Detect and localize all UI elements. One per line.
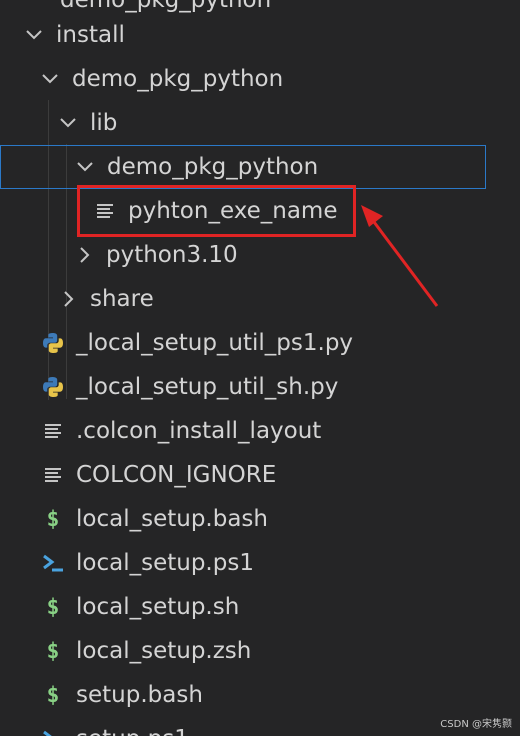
folder-label: demo_pkg_python	[72, 66, 284, 92]
lines-icon	[40, 462, 66, 488]
lines-icon	[92, 198, 118, 224]
file-label: local_setup.ps1	[76, 550, 254, 576]
folder-lib-demo-pkg-python[interactable]: demo_pkg_python	[0, 145, 486, 189]
file-pyhton-exe-name[interactable]: pyhton_exe_name	[0, 189, 520, 233]
file-label: setup.bash	[76, 682, 203, 708]
folder-label: share	[90, 286, 154, 312]
file-local-setup-sh[interactable]: $ local_setup.sh	[0, 585, 520, 629]
folder-demo-pkg-python[interactable]: demo_pkg_python	[0, 57, 520, 101]
file-label: local_setup.sh	[76, 594, 240, 620]
folder-install[interactable]: install	[0, 13, 520, 57]
chevron-right-icon[interactable]	[58, 289, 78, 309]
file-local-setup-zsh[interactable]: $ local_setup.zsh	[0, 629, 520, 673]
file-local-setup-util-ps1-py[interactable]: _local_setup_util_ps1.py	[0, 321, 520, 365]
file-label: COLCON_IGNORE	[76, 462, 277, 488]
lines-icon	[40, 418, 66, 444]
chevron-right-icon[interactable]	[74, 245, 94, 265]
dollar-icon: $	[40, 594, 66, 620]
folder-share[interactable]: share	[0, 277, 520, 321]
chevron-down-icon[interactable]	[24, 25, 44, 45]
file-local-setup-util-sh-py[interactable]: _local_setup_util_sh.py	[0, 365, 520, 409]
file-label: _local_setup_util_sh.py	[76, 374, 339, 400]
dollar-icon: $	[40, 682, 66, 708]
dollar-icon: $	[40, 638, 66, 664]
chevron-down-icon[interactable]	[58, 113, 78, 133]
file-setup-bash[interactable]: $ setup.bash	[0, 673, 520, 717]
folder-label: demo_pkg_python	[60, 0, 272, 13]
folder-label: lib	[90, 110, 118, 136]
folder-label: install	[56, 22, 125, 48]
folder-lib[interactable]: lib	[0, 101, 520, 145]
file-label: local_setup.bash	[76, 506, 268, 532]
svg-text:$: $	[47, 639, 60, 663]
chevron-down-icon[interactable]	[75, 157, 95, 177]
terminal-icon	[40, 726, 66, 736]
file-colcon-ignore[interactable]: COLCON_IGNORE	[0, 453, 520, 497]
svg-text:$: $	[47, 507, 60, 531]
svg-text:$: $	[47, 595, 60, 619]
folder-label: python3.10	[106, 242, 238, 268]
file-label: setup.ps1	[76, 726, 189, 736]
file-label: _local_setup_util_ps1.py	[76, 330, 354, 356]
dollar-icon: $	[40, 506, 66, 532]
python-icon	[40, 330, 66, 356]
svg-text:$: $	[47, 683, 60, 707]
terminal-icon	[40, 550, 66, 576]
file-label: pyhton_exe_name	[128, 198, 338, 224]
file-label: local_setup.zsh	[76, 638, 252, 664]
chevron-down-icon[interactable]	[40, 69, 60, 89]
folder-label: demo_pkg_python	[107, 154, 319, 180]
file-colcon-install-layout[interactable]: .colcon_install_layout	[0, 409, 520, 453]
file-local-setup-ps1[interactable]: local_setup.ps1	[0, 541, 520, 585]
watermark: CSDN @宋隽颢	[440, 719, 512, 730]
file-explorer-tree: demo_pkg_python install demo_pkg_python li…	[0, 0, 520, 736]
file-local-setup-bash[interactable]: $ local_setup.bash	[0, 497, 520, 541]
file-label: .colcon_install_layout	[76, 418, 322, 444]
python-icon	[40, 374, 66, 400]
folder-python3-10[interactable]: python3.10	[0, 233, 520, 277]
